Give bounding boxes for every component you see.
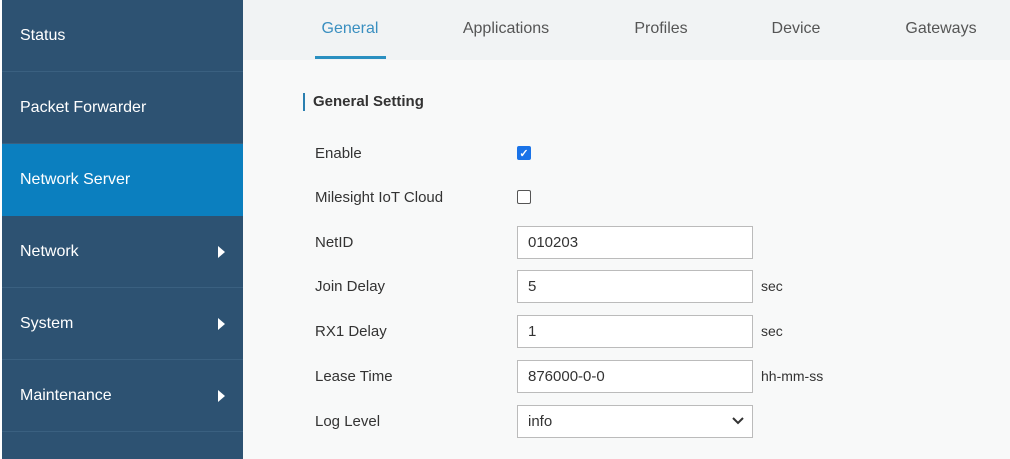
sidebar: Status Packet Forwarder Network Server N… — [2, 0, 243, 459]
enable-checkbox[interactable]: ✓ — [517, 146, 531, 160]
enable-label: Enable — [315, 144, 362, 162]
sidebar-item-status[interactable]: Status — [2, 0, 243, 72]
active-tab-indicator — [315, 56, 386, 59]
tab-bar: General Applications Profiles Device Gat… — [243, 0, 1010, 60]
rx1-delay-label: RX1 Delay — [315, 322, 387, 340]
sidebar-item-label: Packet Forwarder — [20, 98, 147, 116]
tab-applications[interactable]: Applications — [463, 20, 549, 38]
tab-device[interactable]: Device — [772, 20, 821, 38]
sidebar-item-label: Network Server — [20, 170, 131, 188]
sidebar-item-label: Network — [20, 242, 79, 260]
sidebar-item-packet-forwarder[interactable]: Packet Forwarder — [2, 72, 243, 144]
caret-right-icon — [218, 389, 225, 402]
chevron-down-icon — [732, 417, 744, 425]
tab-gateways[interactable]: Gateways — [905, 20, 976, 38]
cloud-label: Milesight IoT Cloud — [315, 188, 444, 206]
sidebar-item-maintenance[interactable]: Maintenance — [2, 360, 243, 432]
sidebar-item-network[interactable]: Network — [2, 216, 243, 288]
sidebar-item-label: Status — [20, 26, 66, 44]
caret-right-icon — [218, 245, 225, 258]
caret-right-icon — [218, 317, 225, 330]
sidebar-item-label: System — [20, 314, 74, 332]
rx1-delay-input[interactable]: 1 — [517, 314, 753, 348]
section-title: General Setting — [303, 93, 424, 111]
log-level-select[interactable]: info — [517, 404, 753, 438]
netid-label: NetID — [315, 233, 354, 251]
main-content: General Applications Profiles Device Gat… — [243, 0, 1010, 459]
lease-time-unit: hh-mm-ss — [761, 368, 824, 384]
sidebar-item-network-server[interactable]: Network Server — [2, 144, 243, 216]
join-delay-unit: sec — [761, 278, 783, 294]
lease-time-label: Lease Time — [315, 367, 393, 385]
log-level-label: Log Level — [315, 412, 381, 430]
sidebar-item-label: Maintenance — [20, 386, 112, 404]
join-delay-label: Join Delay — [315, 277, 386, 295]
log-level-value: info — [528, 412, 553, 430]
tab-general[interactable]: General — [322, 20, 379, 38]
sidebar-item-system[interactable]: System — [2, 288, 243, 360]
join-delay-input[interactable]: 5 — [517, 269, 753, 303]
milesight-cloud-checkbox[interactable] — [517, 190, 531, 204]
netid-input[interactable]: 010203 — [517, 225, 753, 259]
rx1-delay-unit: sec — [761, 323, 783, 339]
lease-time-input[interactable]: 876000-0-0 — [517, 359, 753, 393]
tab-profiles[interactable]: Profiles — [634, 20, 687, 38]
